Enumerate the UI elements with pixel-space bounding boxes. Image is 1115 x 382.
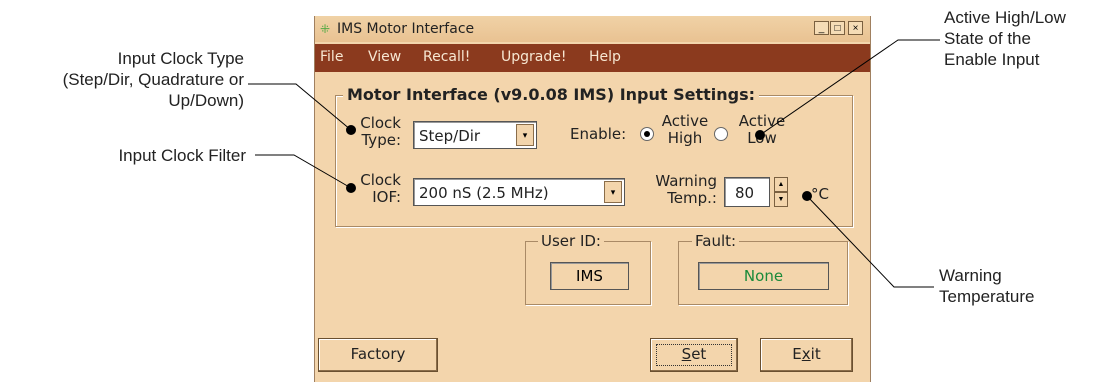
warning-temp-spinner[interactable]: ▲ ▼ xyxy=(774,177,788,207)
clock-iof-value: 200 nS (2.5 MHz) xyxy=(419,184,549,202)
callout-line: Enable Input xyxy=(944,50,1040,69)
factory-button[interactable]: Factory xyxy=(318,338,438,372)
maximize-button[interactable]: □ xyxy=(830,21,845,35)
callout-line: State of the xyxy=(944,29,1031,48)
fault-field: None xyxy=(698,262,829,290)
callout-line: Temperature xyxy=(939,287,1035,306)
spin-up-icon[interactable]: ▲ xyxy=(774,177,788,192)
callout-line: Input Clock Type xyxy=(117,49,244,68)
label-line: Low xyxy=(747,129,777,147)
dropdown-arrow-icon[interactable]: ▾ xyxy=(516,124,534,146)
menu-upgrade[interactable]: Upgrade! xyxy=(501,49,566,65)
label-line: Temp.: xyxy=(667,189,717,207)
warning-temp-value: 80 xyxy=(735,184,755,202)
dropdown-arrow-icon[interactable]: ▾ xyxy=(604,181,622,203)
user-id-field[interactable]: IMS xyxy=(550,262,629,290)
enable-label: Enable: xyxy=(570,125,627,143)
user-id-title: User ID: xyxy=(538,232,604,250)
callout-line: Active High/Low xyxy=(944,8,1066,27)
exit-hotkey: x xyxy=(801,345,811,363)
callout-clock-type: Input Clock Type (Step/Dir, Quadrature o… xyxy=(0,48,244,111)
menu-bar: File View Recall! Upgrade! Help xyxy=(315,44,870,72)
menu-help[interactable]: Help xyxy=(589,49,621,65)
menu-file[interactable]: File xyxy=(320,49,343,65)
enable-active-high-radio[interactable] xyxy=(640,127,654,141)
enable-active-high-label: Active High xyxy=(660,113,710,147)
warning-temp-label: Warning Temp.: xyxy=(645,173,717,207)
callout-line: Warning xyxy=(939,266,1002,285)
title-bar[interactable]: ⁜ IMS Motor Interface _ □ × xyxy=(315,16,870,42)
callout-clock-filter: Input Clock Filter xyxy=(0,145,246,166)
spin-down-icon[interactable]: ▼ xyxy=(774,192,788,207)
clock-type-label: Clock Type: xyxy=(351,115,401,149)
callout-line: Up/Down) xyxy=(168,91,244,110)
clock-iof-select[interactable]: 200 nS (2.5 MHz) ▾ xyxy=(413,178,625,206)
fault-title: Fault: xyxy=(692,232,740,250)
app-icon: ⁜ xyxy=(320,22,331,36)
clock-iof-label: Clock IOF: xyxy=(351,172,401,206)
menu-recall[interactable]: Recall! xyxy=(423,49,470,65)
window-title: IMS Motor Interface xyxy=(337,21,475,37)
set-button[interactable]: Set xyxy=(650,338,738,372)
focus-ring xyxy=(656,344,732,366)
clock-type-select[interactable]: Step/Dir ▾ xyxy=(413,121,537,149)
enable-active-low-label: Active Low xyxy=(735,113,789,147)
minimize-button[interactable]: _ xyxy=(814,21,829,35)
warning-temp-input[interactable]: 80 xyxy=(724,177,770,207)
temp-unit: °C xyxy=(811,185,829,203)
callout-enable-state: Active High/Low State of the Enable Inpu… xyxy=(944,7,1114,70)
group-title: Motor Interface (v9.0.08 IMS) Input Sett… xyxy=(343,85,760,104)
menu-view[interactable]: View xyxy=(368,49,401,65)
label-line: Warning xyxy=(655,172,717,190)
close-button[interactable]: × xyxy=(848,21,863,35)
app-window: ⁜ IMS Motor Interface _ □ × File View Re… xyxy=(314,16,871,382)
label-line: IOF: xyxy=(372,188,401,206)
label-line: Type: xyxy=(361,131,401,149)
label-line: Clock xyxy=(360,114,401,132)
label-line: Active xyxy=(661,112,709,130)
label-line: Active xyxy=(738,112,786,130)
label-line: Clock xyxy=(360,171,401,189)
exit-button[interactable]: Exit xyxy=(760,338,853,372)
label-line: High xyxy=(667,129,703,147)
callout-warning-temp: Warning Temperature xyxy=(939,265,1109,307)
exit-label-rest: it xyxy=(810,345,821,363)
callout-line: Input Clock Filter xyxy=(118,146,246,165)
callout-line: (Step/Dir, Quadrature or xyxy=(62,70,244,89)
enable-active-low-radio[interactable] xyxy=(714,127,728,141)
clock-type-value: Step/Dir xyxy=(419,127,481,145)
exit-label-pre: E xyxy=(792,345,802,363)
